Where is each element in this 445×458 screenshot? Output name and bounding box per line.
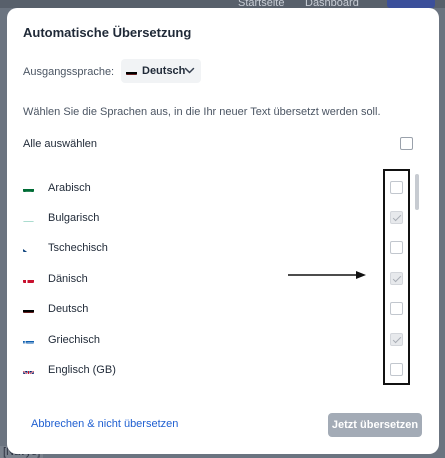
flag-germany-icon [23, 305, 34, 313]
language-name: Tschechisch [48, 242, 108, 254]
language-row: Tschechisch [23, 238, 418, 260]
language-name: Dänisch [48, 273, 88, 285]
chevron-down-icon [184, 67, 195, 74]
scrollbar-thumb[interactable] [415, 174, 419, 210]
language-row: Englisch (GB) [23, 360, 418, 382]
language-name: Englisch (GB) [48, 364, 116, 376]
auto-translation-modal: Automatische Übersetzung Ausgangssprache… [7, 8, 439, 454]
flag-czech-icon [23, 244, 34, 252]
instruction-text: Wählen Sie die Sprachen aus, in die Ihr … [23, 106, 381, 118]
flag-bulgaria-icon [23, 214, 34, 222]
flag-uk-icon [23, 366, 34, 374]
language-name: Deutsch [48, 303, 89, 315]
language-name: Arabisch [48, 182, 91, 194]
flag-greece-icon [23, 336, 34, 344]
cancel-no-translate-link[interactable]: Abbrechen & nicht übersetzen [31, 418, 178, 430]
annotation-arrow-icon [288, 271, 366, 279]
source-language-value: Deutsch [142, 65, 186, 77]
flag-germany-icon [126, 67, 137, 75]
flag-saudi-arabia-icon [23, 184, 34, 192]
checkbox-highlight-frame [383, 169, 410, 385]
source-language-label: Ausgangssprache: [23, 66, 115, 78]
language-row: Griechisch [23, 330, 418, 352]
translate-now-button[interactable]: Jetzt übersetzen [328, 413, 422, 437]
background-button [387, 0, 435, 8]
language-name: Griechisch [48, 334, 100, 346]
language-row: Deutsch [23, 299, 418, 321]
flag-denmark-icon [23, 275, 34, 283]
select-all-checkbox[interactable] [400, 137, 413, 150]
source-language-select[interactable]: Deutsch [121, 59, 201, 83]
language-row: Bulgarisch [23, 208, 418, 230]
language-row: Arabisch [23, 178, 418, 200]
select-all-label: Alle auswählen [23, 138, 97, 150]
language-name: Bulgarisch [48, 212, 100, 224]
modal-title: Automatische Übersetzung [23, 25, 192, 40]
background-topbar [0, 0, 445, 8]
